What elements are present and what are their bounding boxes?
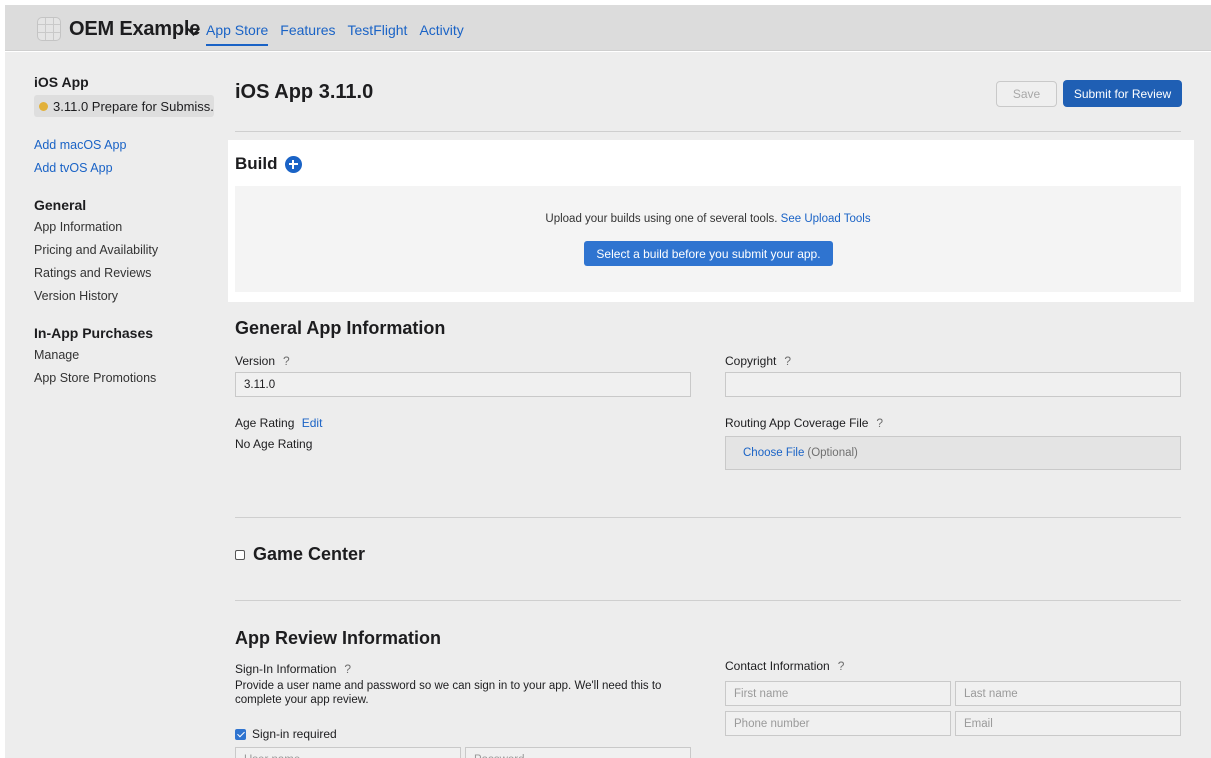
email-input[interactable]: Email: [955, 711, 1181, 736]
top-nav-tabs: App Store Features TestFlight Activity: [206, 22, 476, 46]
status-dot-icon: [39, 101, 48, 111]
divider: [235, 517, 1181, 518]
add-build-icon[interactable]: [284, 155, 302, 173]
org-name[interactable]: OEM Example: [69, 18, 200, 41]
help-icon[interactable]: ?: [838, 659, 845, 673]
routing-label-row: Routing App Coverage File?: [725, 416, 883, 430]
sidebar-item-version-history[interactable]: Version History: [34, 288, 224, 305]
general-info-heading: General App Information: [235, 318, 446, 338]
app-window: OEM Example App Store Features TestFligh…: [5, 5, 1211, 758]
tab-features[interactable]: Features: [280, 22, 335, 46]
version-label-row: Version?: [235, 354, 290, 368]
app-review-heading: App Review Information: [235, 628, 442, 648]
first-name-input[interactable]: First name: [725, 681, 951, 706]
tab-activity[interactable]: Activity: [419, 22, 463, 46]
build-section: Build Upload your builds using one of se…: [228, 140, 1194, 302]
game-center-title: Game Center: [253, 544, 366, 564]
copyright-input[interactable]: [725, 372, 1181, 397]
signin-required-checkbox[interactable]: [235, 728, 246, 740]
upload-builds-text: Upload your builds using one of several …: [235, 213, 1181, 225]
page-body: iOS App 3.11.0 Prepare for Submiss... Ad…: [5, 52, 1211, 758]
add-tvos-app-link[interactable]: Add tvOS App: [34, 160, 224, 177]
tab-app-store[interactable]: App Store: [206, 22, 269, 46]
see-upload-tools-link[interactable]: See Upload Tools: [781, 213, 871, 225]
sidebar: iOS App 3.11.0 Prepare for Submiss... Ad…: [34, 74, 224, 387]
age-rating-edit-link[interactable]: Edit: [302, 416, 323, 430]
build-heading: Build: [235, 154, 302, 174]
version-input[interactable]: 3.11.0: [235, 372, 691, 397]
tab-testflight[interactable]: TestFlight: [348, 22, 408, 46]
contact-info-label: Contact Information: [725, 659, 830, 673]
sidebar-item-manage[interactable]: Manage: [34, 347, 224, 364]
signin-label-row: Sign-In Information?: [235, 662, 351, 676]
sidebar-version-item[interactable]: 3.11.0 Prepare for Submiss...: [34, 95, 214, 117]
app-grid-icon[interactable]: [37, 17, 61, 41]
age-rating-label-row: Age Rating Edit: [235, 416, 322, 430]
age-rating-value: No Age Rating: [235, 437, 313, 451]
sidebar-item-promotions[interactable]: App Store Promotions: [34, 370, 224, 387]
optional-note: (Optional): [807, 447, 858, 459]
divider: [235, 600, 1181, 601]
top-nav-bar: OEM Example App Store Features TestFligh…: [5, 5, 1211, 51]
sidebar-version-label: 3.11.0 Prepare for Submiss...: [53, 98, 214, 114]
submit-for-review-button[interactable]: Submit for Review: [1063, 80, 1182, 107]
help-icon[interactable]: ?: [784, 354, 791, 368]
save-button[interactable]: Save: [996, 81, 1057, 107]
username-input[interactable]: User name: [235, 747, 461, 758]
contact-label-row: Contact Information?: [725, 659, 844, 673]
routing-file-dropzone[interactable]: Choose File (Optional): [725, 436, 1181, 470]
sidebar-item-app-information[interactable]: App Information: [34, 219, 224, 236]
signin-label: Sign-In Information: [235, 662, 337, 676]
password-input[interactable]: Password: [465, 747, 691, 758]
signin-required-label: Sign-in required: [252, 727, 337, 741]
last-name-input[interactable]: Last name: [955, 681, 1181, 706]
sidebar-iap-heading: In-App Purchases: [34, 325, 154, 341]
page-title: iOS App 3.11.0: [235, 81, 374, 103]
game-center-checkbox[interactable]: [235, 549, 245, 560]
upload-instructions: Upload your builds using one of several …: [545, 213, 778, 225]
help-icon[interactable]: ?: [283, 354, 290, 368]
signin-description: Provide a user name and password so we c…: [235, 680, 662, 706]
routing-coverage-label: Routing App Coverage File: [725, 416, 869, 430]
sidebar-item-ratings[interactable]: Ratings and Reviews: [34, 265, 224, 282]
divider: [235, 131, 1181, 132]
sidebar-general-heading: General: [34, 197, 87, 213]
choose-file-link[interactable]: Choose File: [743, 447, 804, 459]
copyright-label: Copyright: [725, 354, 777, 368]
copyright-label-row: Copyright?: [725, 354, 791, 368]
sidebar-item-pricing[interactable]: Pricing and Availability: [34, 242, 224, 259]
sidebar-app-title: iOS App: [34, 74, 89, 90]
help-icon[interactable]: ?: [876, 416, 883, 430]
age-rating-label: Age Rating: [235, 416, 295, 430]
signin-required-row[interactable]: Sign-in required: [235, 727, 337, 741]
build-panel: Upload your builds using one of several …: [235, 186, 1181, 292]
phone-input[interactable]: Phone number: [725, 711, 951, 736]
game-center-row[interactable]: Game Center: [235, 544, 365, 565]
build-title: Build: [235, 154, 278, 173]
select-build-button[interactable]: Select a build before you submit your ap…: [584, 241, 833, 266]
version-label: Version: [235, 354, 276, 368]
add-macos-app-link[interactable]: Add macOS App: [34, 137, 224, 154]
help-icon[interactable]: ?: [344, 662, 351, 676]
